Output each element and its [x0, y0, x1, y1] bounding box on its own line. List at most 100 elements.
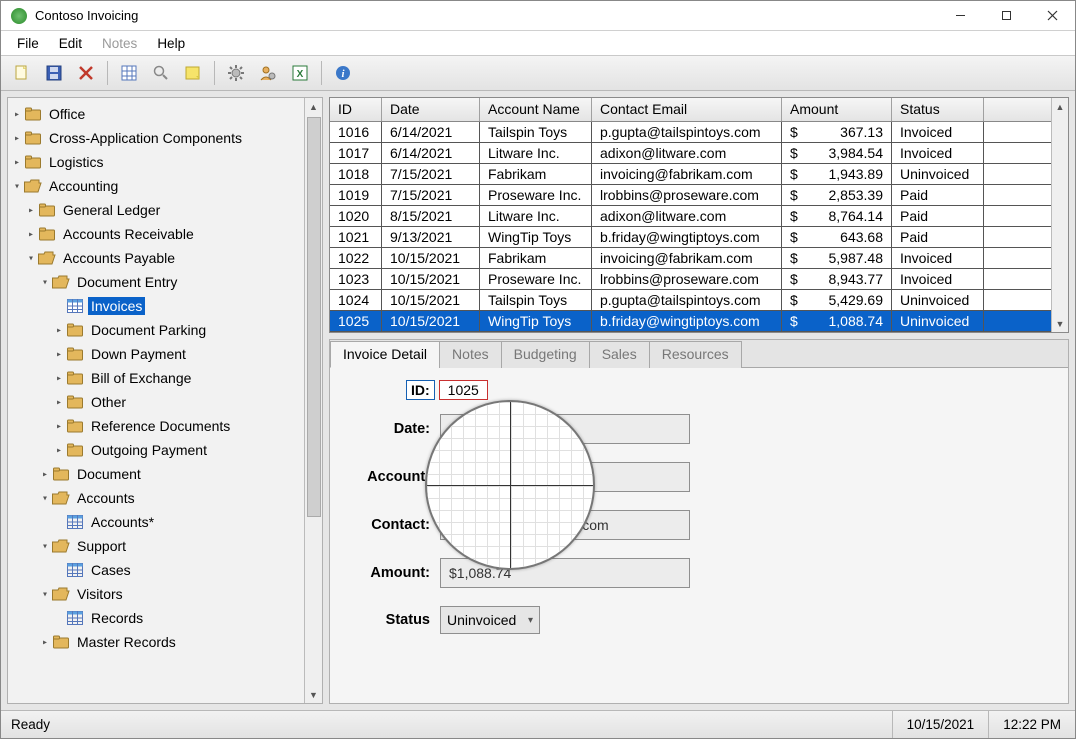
menu-file[interactable]: File — [7, 34, 49, 53]
tree-item[interactable]: ▸Master Records — [10, 630, 302, 654]
tree-expander-icon[interactable]: ▸ — [52, 373, 66, 384]
table-row[interactable]: 102510/15/2021WingTip Toysb.friday@wingt… — [330, 311, 1068, 332]
tree-item[interactable]: ▸Accounts Receivable — [10, 222, 302, 246]
column-header-email[interactable]: Contact Email — [592, 98, 782, 121]
tree-item[interactable]: ▸Office — [10, 102, 302, 126]
save-button[interactable] — [39, 59, 69, 87]
menu-help[interactable]: Help — [147, 34, 195, 53]
input-amount[interactable] — [440, 558, 690, 588]
input-date[interactable] — [440, 414, 690, 444]
table-row[interactable]: 10197/15/2021Proseware Inc.lrobbins@pros… — [330, 185, 1068, 206]
tree-item[interactable]: ▾Accounts — [10, 486, 302, 510]
tree-item[interactable]: ▸General Ledger — [10, 198, 302, 222]
menu-edit[interactable]: Edit — [49, 34, 92, 53]
tree-expander-icon[interactable]: ▾ — [38, 589, 52, 600]
column-header-account[interactable]: Account Name — [480, 98, 592, 121]
tree-item[interactable]: ▾Visitors — [10, 582, 302, 606]
tree-expander-icon[interactable]: ▸ — [52, 445, 66, 456]
select-status[interactable]: Uninvoiced ▾ — [440, 606, 540, 634]
grid-scrollbar[interactable]: ▲ ▼ — [1051, 98, 1068, 332]
tree-item[interactable]: ▾Accounting — [10, 174, 302, 198]
grid-view-button[interactable] — [114, 59, 144, 87]
tree-expander-icon[interactable]: ▸ — [10, 109, 24, 120]
tree-item[interactable]: ▸Logistics — [10, 150, 302, 174]
tree-expander-icon[interactable]: ▸ — [52, 349, 66, 360]
tree-item[interactable]: ▸Cross-Application Components — [10, 126, 302, 150]
scroll-down-icon[interactable]: ▼ — [1052, 315, 1068, 332]
table-row[interactable]: 10219/13/2021WingTip Toysb.friday@wingti… — [330, 227, 1068, 248]
tree-item[interactable]: ▸Bill of Exchange — [10, 366, 302, 390]
table-row[interactable]: 10208/15/2021Litware Inc.adixon@litware.… — [330, 206, 1068, 227]
tree-item[interactable]: Invoices — [10, 294, 302, 318]
tree-expander-icon[interactable]: ▸ — [10, 133, 24, 144]
tree-expander-icon[interactable]: ▸ — [38, 469, 52, 480]
cell-account: Tailspin Toys — [480, 290, 592, 311]
cell-status: Paid — [892, 227, 984, 248]
column-header-status[interactable]: Status — [892, 98, 984, 121]
scroll-down-icon[interactable]: ▼ — [305, 686, 322, 703]
tree-item[interactable]: ▾Document Entry — [10, 270, 302, 294]
tree-item[interactable]: Accounts* — [10, 510, 302, 534]
tree-expander-icon[interactable]: ▸ — [52, 397, 66, 408]
cell-id: 1021 — [330, 227, 382, 248]
scroll-up-icon[interactable]: ▲ — [1052, 98, 1068, 115]
table-row[interactable]: 10176/14/2021Litware Inc.adixon@litware.… — [330, 143, 1068, 164]
scroll-thumb[interactable] — [307, 117, 321, 517]
tree-expander-icon[interactable]: ▸ — [24, 205, 38, 216]
tree-item[interactable]: ▸Document — [10, 462, 302, 486]
table-row[interactable]: 102310/15/2021Proseware Inc.lrobbins@pro… — [330, 269, 1068, 290]
tree-item[interactable]: ▸Reference Documents — [10, 414, 302, 438]
tree-item-label: Support — [74, 537, 129, 555]
menu-notes[interactable]: Notes — [92, 34, 147, 53]
tab-sales[interactable]: Sales — [589, 341, 650, 368]
column-header-amount[interactable]: Amount — [782, 98, 892, 121]
tree-item[interactable]: Cases — [10, 558, 302, 582]
tree-expander-icon[interactable]: ▾ — [38, 541, 52, 552]
new-file-button[interactable] — [7, 59, 37, 87]
tab-notes[interactable]: Notes — [439, 341, 502, 368]
input-contact[interactable] — [440, 510, 690, 540]
tree-expander-icon[interactable]: ▾ — [10, 181, 24, 192]
column-header-id[interactable]: ID — [330, 98, 382, 121]
find-button[interactable] — [146, 59, 176, 87]
cell-email: adixon@litware.com — [592, 143, 782, 164]
table-row[interactable]: 102210/15/2021Fabrikaminvoicing@fabrikam… — [330, 248, 1068, 269]
tab-resources[interactable]: Resources — [649, 341, 742, 368]
tree-expander-icon[interactable]: ▸ — [24, 229, 38, 240]
tree-expander-icon[interactable]: ▾ — [38, 493, 52, 504]
tree-expander-icon[interactable]: ▾ — [24, 253, 38, 264]
close-button[interactable] — [1029, 1, 1075, 31]
note-button[interactable] — [178, 59, 208, 87]
tree-item[interactable]: ▸Document Parking — [10, 318, 302, 342]
tab-invoice-detail[interactable]: Invoice Detail — [330, 341, 440, 368]
navigation-tree[interactable]: ▸Office▸Cross-Application Components▸Log… — [8, 98, 304, 703]
table-row[interactable]: 102410/15/2021Tailspin Toysp.gupta@tails… — [330, 290, 1068, 311]
tree-expander-icon[interactable]: ▸ — [38, 637, 52, 648]
tab-budgeting[interactable]: Budgeting — [501, 341, 590, 368]
table-row[interactable]: 10187/15/2021Fabrikaminvoicing@fabrikam.… — [330, 164, 1068, 185]
maximize-button[interactable] — [983, 1, 1029, 31]
tree-expander-icon[interactable]: ▸ — [10, 157, 24, 168]
export-excel-button[interactable]: X — [285, 59, 315, 87]
settings-button[interactable] — [221, 59, 251, 87]
info-button[interactable]: i — [328, 59, 358, 87]
tree-expander-icon[interactable]: ▸ — [52, 325, 66, 336]
tree-expander-icon[interactable]: ▾ — [38, 277, 52, 288]
tree-item[interactable]: ▸Other — [10, 390, 302, 414]
user-settings-button[interactable] — [253, 59, 283, 87]
tree-item[interactable]: Records — [10, 606, 302, 630]
input-account[interactable] — [440, 462, 690, 492]
toolbar-separator — [214, 61, 215, 85]
folder-icon — [24, 106, 42, 122]
column-header-date[interactable]: Date — [382, 98, 480, 121]
table-row[interactable]: 10166/14/2021Tailspin Toysp.gupta@tailsp… — [330, 122, 1068, 143]
tree-expander-icon[interactable]: ▸ — [52, 421, 66, 432]
tree-item[interactable]: ▾ Support — [10, 534, 302, 558]
delete-button[interactable] — [71, 59, 101, 87]
tree-item[interactable]: ▾Accounts Payable — [10, 246, 302, 270]
scroll-up-icon[interactable]: ▲ — [305, 98, 322, 115]
tree-item[interactable]: ▸Down Payment — [10, 342, 302, 366]
tree-scrollbar[interactable]: ▲ ▼ — [304, 98, 322, 703]
minimize-button[interactable] — [937, 1, 983, 31]
tree-item[interactable]: ▸Outgoing Payment — [10, 438, 302, 462]
